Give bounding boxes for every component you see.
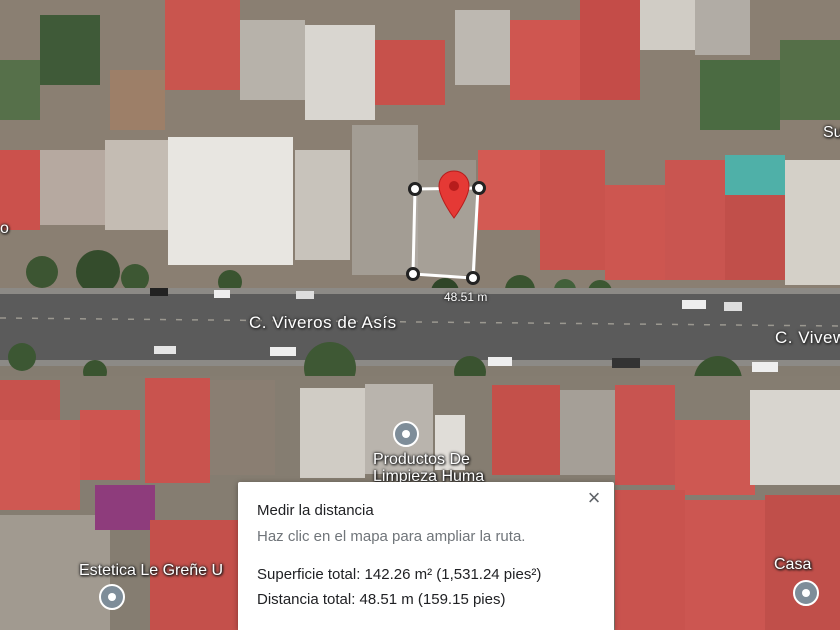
poi-estetica-pin-icon[interactable] [99,584,125,610]
measure-vertex-3[interactable] [466,271,480,285]
poi-casa-pin-icon[interactable] [793,580,819,606]
street-label-viveros-right: C. Vivew [775,328,840,347]
poi-estetica-label[interactable]: Estetica Le Greñe U [79,562,223,579]
poi-productos-pin-icon[interactable] [393,421,419,447]
poi-productos-label[interactable]: Productos De Limpieza Huma [373,451,484,485]
measure-vertex-2[interactable] [472,181,486,195]
edge-label-top-right: Su [823,124,840,141]
measure-vertex-1[interactable] [408,182,422,196]
measure-vertex-4[interactable] [406,267,420,281]
total-distance: Distancia total: 48.51 m (159.15 pies) [257,591,506,608]
panel-hint: Haz clic en el mapa para ampliar la ruta… [257,528,526,545]
poi-productos-line-1: Productos De [373,451,470,468]
panel-title: Medir la distancia [257,502,374,519]
satellite-map[interactable]: 48.51 m C. Viveros de Asís C. Vivew Su o… [0,0,840,630]
street-label-viveros: C. Viveros de Asís [249,313,397,332]
edge-label-left: o [0,220,9,237]
poi-casa-label[interactable]: Casa [774,556,811,573]
close-icon[interactable]: × [582,486,606,510]
segment-distance-label: 48.51 m [444,290,488,304]
total-area: Superficie total: 142.26 m² (1,531.24 pi… [257,566,542,583]
location-pin-icon[interactable] [438,170,470,220]
measure-distance-panel: × Medir la distancia Haz clic en el mapa… [238,482,614,630]
